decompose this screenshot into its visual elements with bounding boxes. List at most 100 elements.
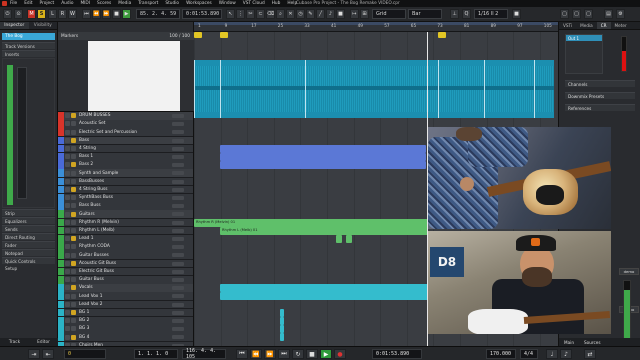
track-channel-badge[interactable] <box>172 294 184 299</box>
track-mute-button[interactable] <box>65 195 70 201</box>
audio-event[interactable] <box>280 317 284 325</box>
menu-midi[interactable]: MIDI <box>80 1 90 6</box>
marker-flag[interactable] <box>220 32 228 38</box>
menu-studio[interactable]: Studio <box>165 1 179 6</box>
track-solo-button[interactable] <box>71 277 76 283</box>
tab-sources[interactable]: Sources <box>579 338 606 346</box>
grid-type-select[interactable]: Bar <box>408 9 442 19</box>
track-channel-badge[interactable] <box>172 155 184 159</box>
track-solo-button[interactable] <box>71 244 76 250</box>
click-icon[interactable]: ♩ <box>546 349 558 359</box>
track-mute-button[interactable] <box>65 318 70 324</box>
time-warp-tool-icon[interactable]: ◷ <box>296 9 305 19</box>
track-color-strip[interactable] <box>58 177 64 186</box>
track-channel-badge[interactable] <box>172 179 184 184</box>
track-mute-button[interactable] <box>65 293 70 299</box>
rewind-icon-transport[interactable]: ⏪ <box>250 349 262 359</box>
workspace-icon[interactable]: ▤ <box>604 9 613 19</box>
menu-file[interactable]: File <box>10 1 17 6</box>
setup-window-icon[interactable]: ⚙ <box>616 9 625 19</box>
color-swatch-icon[interactable]: ■ <box>512 9 521 19</box>
track-color-strip[interactable] <box>58 325 64 333</box>
mute-tool-icon[interactable]: ✕ <box>286 9 295 19</box>
track-solo-button[interactable] <box>71 137 76 143</box>
track-color-strip[interactable] <box>58 144 64 153</box>
track-channel-badge[interactable] <box>172 138 184 143</box>
track-channel-badge[interactable] <box>172 253 184 258</box>
track-channel-badge[interactable] <box>172 196 184 200</box>
section-references[interactable]: References <box>565 104 635 111</box>
color-tool-icon[interactable]: ■ <box>336 9 345 19</box>
tab-media[interactable]: Media <box>576 22 597 29</box>
menu-window[interactable]: Window <box>219 1 236 6</box>
solo-button[interactable]: S <box>37 9 46 19</box>
track-channel-badge[interactable] <box>172 245 184 250</box>
range-tool-icon[interactable]: ⋮ <box>236 9 245 19</box>
inspector-setup-label[interactable]: Setup <box>2 265 55 272</box>
track-solo-button[interactable] <box>71 269 76 275</box>
tab-editor[interactable]: Editor <box>29 338 58 346</box>
transport-position-field[interactable]: 0:01:53.890 <box>372 349 422 359</box>
inspector-section-quick-controls[interactable]: Quick Controls <box>2 257 55 264</box>
track-solo-button[interactable] <box>71 252 76 258</box>
track-mute-button[interactable] <box>65 113 70 119</box>
track-solo-button[interactable] <box>71 326 76 332</box>
erase-tool-icon[interactable]: ⌫ <box>266 9 275 19</box>
track-channel-badge[interactable] <box>172 130 184 135</box>
menu-project[interactable]: Project <box>40 1 55 6</box>
go-to-start-icon-transport[interactable]: ⏮ <box>236 349 248 359</box>
zoom-tool-icon[interactable]: ⌕ <box>276 9 285 19</box>
track-color-strip[interactable] <box>58 276 64 284</box>
track-mute-button[interactable] <box>65 310 70 316</box>
track-solo-button[interactable] <box>71 187 76 193</box>
line-tool-icon[interactable]: ╱ <box>316 9 325 19</box>
track-channel-badge[interactable] <box>172 187 184 192</box>
track-solo-button[interactable] <box>71 121 76 127</box>
track-color-strip[interactable] <box>58 169 64 177</box>
mute-button[interactable]: M <box>27 9 36 19</box>
track-mute-button[interactable] <box>65 162 70 168</box>
track-color-strip[interactable] <box>58 333 64 341</box>
track-channel-badge[interactable] <box>172 163 184 168</box>
track-mute-button[interactable] <box>65 187 70 193</box>
track-color-strip[interactable] <box>58 267 64 276</box>
track-mute-button[interactable] <box>65 137 70 143</box>
track-channel-badge[interactable] <box>172 310 184 315</box>
track-mute-button[interactable] <box>65 203 70 209</box>
track-mute-button[interactable] <box>65 236 70 242</box>
menu-audio[interactable]: Audio <box>61 1 73 6</box>
volume-fader[interactable] <box>17 67 27 199</box>
listen-button[interactable]: L <box>48 9 57 19</box>
inspector-section-equalizers[interactable]: Equalizers <box>2 217 55 224</box>
quantize-preset-select[interactable]: 1/16 ll 2 <box>474 9 508 19</box>
track-solo-button[interactable] <box>71 293 76 299</box>
demo-button[interactable]: demo <box>619 268 639 275</box>
show-lower-zone-icon[interactable]: ▢ <box>572 9 581 19</box>
split-tool-icon[interactable]: ✂ <box>246 9 255 19</box>
track-color-strip[interactable] <box>58 185 64 194</box>
show-right-zone-icon[interactable]: ▢ <box>584 9 593 19</box>
right-locator-field[interactable]: 116. 4. 4. 105 <box>182 348 226 360</box>
show-left-zone-icon[interactable]: ▢ <box>560 9 569 19</box>
toolbar-position-beats[interactable]: 85. 2. 4. 59 <box>136 9 180 19</box>
tab-visibility[interactable]: Visibility <box>28 22 57 29</box>
track-channel-badge[interactable] <box>172 278 184 282</box>
track-mute-button[interactable] <box>65 334 70 340</box>
audio-event[interactable] <box>280 333 284 342</box>
write-automation-button[interactable]: W <box>68 9 77 19</box>
track-channel-badge[interactable] <box>172 319 184 323</box>
audio-event-waveform[interactable] <box>194 60 554 118</box>
play-tool-icon[interactable]: ♪ <box>326 9 335 19</box>
track-solo-button[interactable] <box>71 219 76 225</box>
forward-icon[interactable]: ⏩ <box>102 9 111 19</box>
iterative-quantize-icon[interactable]: Q <box>462 9 471 19</box>
track-color-strip[interactable] <box>58 243 64 251</box>
track-channel-badge[interactable] <box>172 269 184 274</box>
snap-mode-select[interactable]: Grid <box>372 9 406 19</box>
track-color-strip[interactable] <box>58 235 64 243</box>
play-icon-transport[interactable]: ▶ <box>320 349 332 359</box>
inspector-section-strip[interactable]: Strip <box>2 209 55 216</box>
track-mute-button[interactable] <box>65 260 70 266</box>
track-color-strip[interactable] <box>58 161 64 169</box>
audio-event[interactable] <box>220 284 428 293</box>
